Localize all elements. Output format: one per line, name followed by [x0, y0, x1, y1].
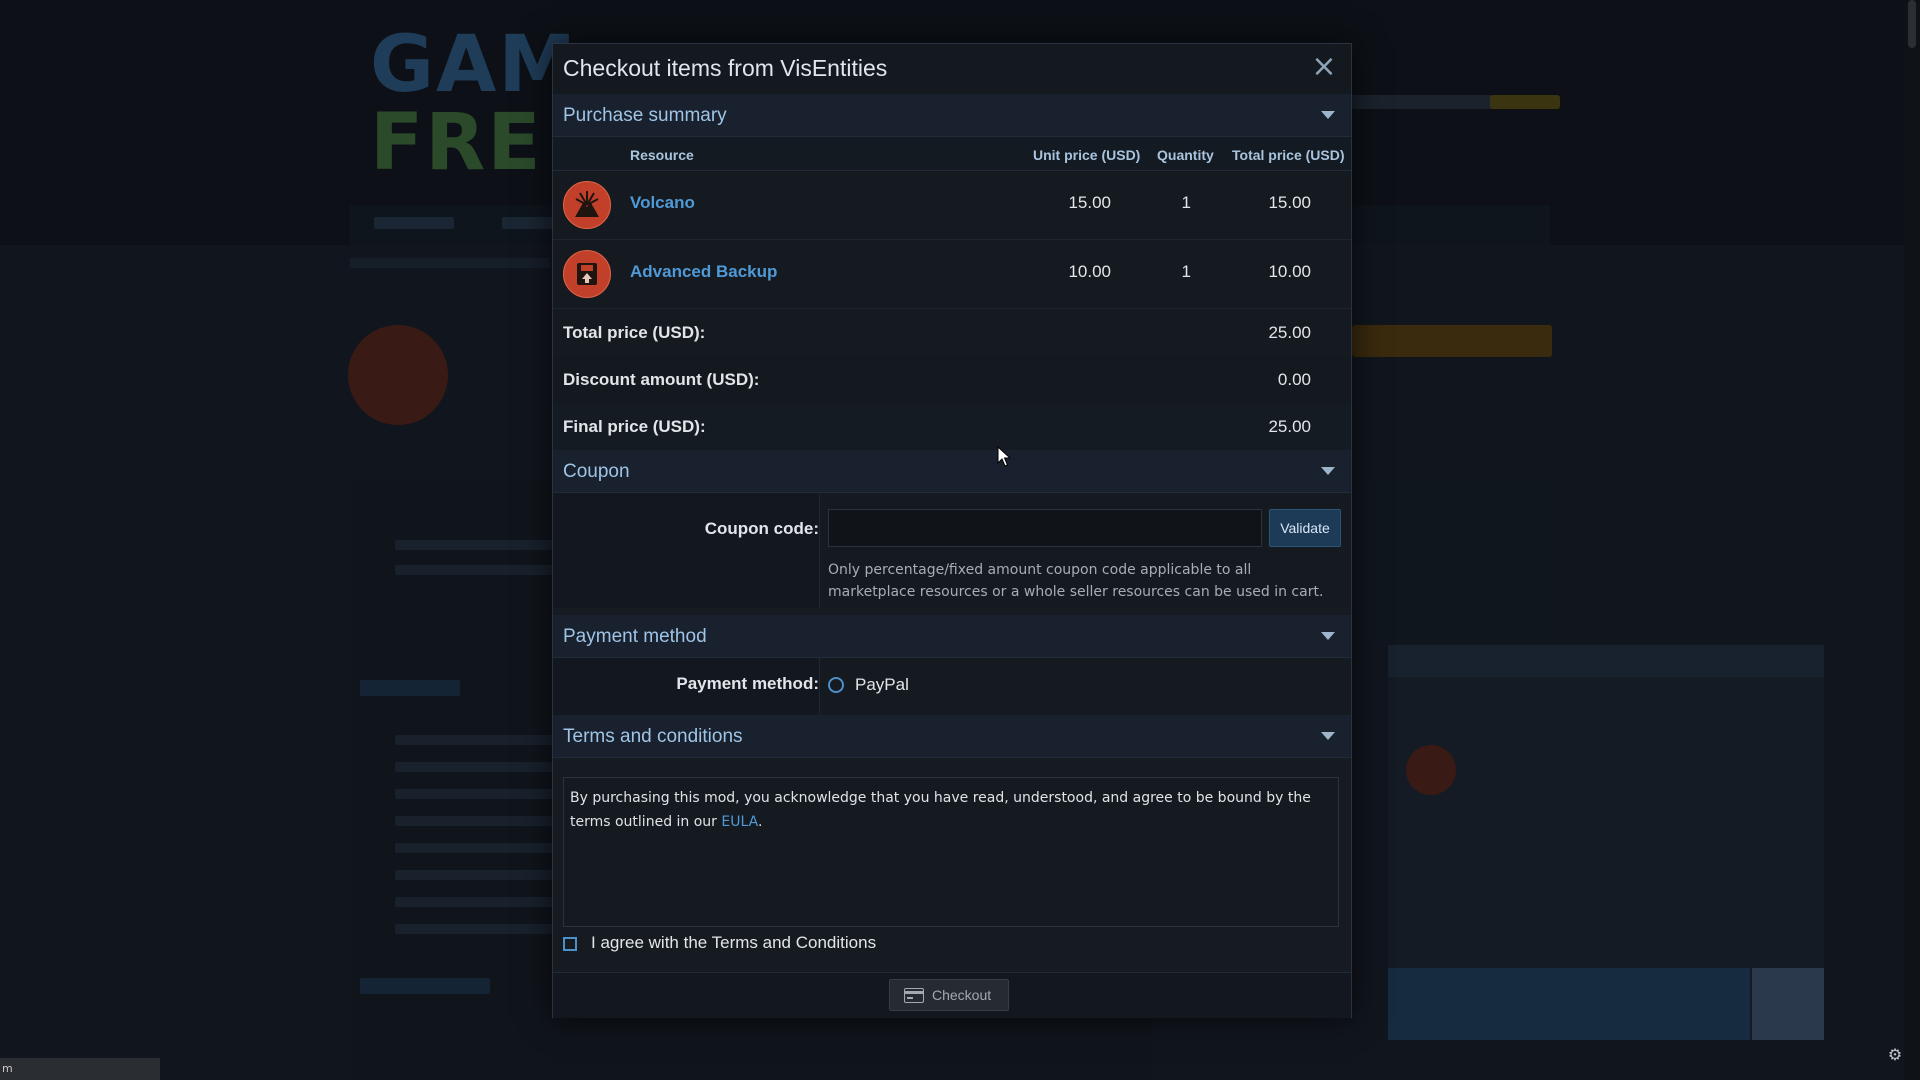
payment-method-section-label: Payment method	[563, 626, 707, 647]
checkout-button[interactable]: Checkout	[889, 979, 1009, 1011]
item-total-price: 10.00	[1268, 262, 1311, 281]
background-buy-button	[1352, 325, 1552, 357]
status-bar-text: m	[2, 1062, 13, 1075]
discount-value: 0.00	[1277, 370, 1311, 389]
paypal-radio[interactable]	[828, 677, 844, 693]
modal-title: Checkout items from VisEntities	[563, 55, 888, 81]
background-breadcrumb	[350, 258, 550, 268]
caret-down-icon[interactable]	[1321, 467, 1335, 475]
page-scrollbar[interactable]	[1904, 0, 1920, 1080]
table-row: Volcano 15.00 1 15.00	[553, 171, 1351, 240]
column-quantity: Quantity	[1157, 147, 1214, 163]
terms-text-end: .	[757, 814, 763, 830]
checkout-label: Checkout	[932, 987, 992, 1003]
coupon-help-text: Only percentage/fixed amount coupon code…	[828, 562, 1324, 600]
purchase-summary-label: Purchase summary	[563, 105, 727, 126]
item-quantity: 1	[1181, 262, 1191, 281]
item-total-price: 15.00	[1268, 193, 1311, 212]
close-icon[interactable]: ×	[1309, 52, 1339, 82]
credit-card-icon	[904, 988, 924, 1003]
background-sidepanel	[1355, 480, 1560, 640]
terms-text-box: By purchasing this mod, you acknowledge …	[563, 777, 1339, 927]
payment-method-label: Payment method:	[676, 674, 819, 693]
coupon-section-label: Coupon	[563, 461, 630, 482]
background-resource-avatar	[348, 325, 448, 425]
column-resource: Resource	[630, 147, 694, 163]
coupon-code-label: Coupon code:	[704, 519, 819, 538]
coupon-form: Coupon code: Validate Only percentage/fi…	[553, 493, 1351, 608]
validate-button[interactable]: Validate	[1269, 509, 1341, 547]
modal-footer: Checkout	[553, 972, 1351, 1018]
terms-text: By purchasing this mod, you acknowledge …	[570, 786, 1330, 834]
summary-table-header: Resource Unit price (USD) Quantity Total…	[553, 137, 1351, 171]
checkout-modal: Checkout items from VisEntities × Purcha…	[552, 43, 1352, 1018]
background-section-heading	[360, 978, 490, 994]
total-price-value: 25.00	[1268, 323, 1311, 342]
total-price-label: Total price (USD):	[563, 323, 706, 342]
caret-down-icon[interactable]	[1321, 632, 1335, 640]
eula-link[interactable]: EULA	[721, 814, 758, 830]
item-unit-price: 15.00	[1068, 193, 1111, 212]
payment-method-section[interactable]: Payment method	[553, 615, 1351, 658]
status-bar: m	[0, 1058, 160, 1080]
modal-header: Checkout items from VisEntities ×	[553, 44, 1351, 95]
caret-down-icon[interactable]	[1321, 732, 1335, 740]
terms-section[interactable]: Terms and conditions	[553, 715, 1351, 758]
payment-label-column: Payment method:	[553, 658, 820, 715]
caret-down-icon[interactable]	[1321, 111, 1335, 119]
column-total-price: Total price (USD)	[1232, 147, 1345, 163]
mouse-cursor-icon	[997, 446, 1011, 467]
terms-text-body: By purchasing this mod, you acknowledge …	[570, 790, 1311, 830]
background-cart-close	[1752, 968, 1824, 1040]
agree-terms-label[interactable]: I agree with the Terms and Conditions	[591, 933, 876, 953]
discount-row: Discount amount (USD): 0.00	[553, 356, 1351, 404]
final-price-value: 25.00	[1268, 417, 1311, 436]
background-cart-total	[1388, 968, 1750, 1040]
coupon-section[interactable]: Coupon	[553, 450, 1351, 493]
terms-section-label: Terms and conditions	[563, 726, 743, 747]
discount-label: Discount amount (USD):	[563, 370, 760, 389]
final-price-row: Final price (USD): 25.00	[553, 403, 1351, 451]
table-row: Advanced Backup 10.00 1 10.00	[553, 240, 1351, 309]
background-section-heading	[360, 680, 460, 696]
coupon-label-column: Coupon code:	[553, 493, 820, 608]
item-unit-price: 10.00	[1068, 262, 1111, 281]
payment-form: Payment method: PayPal	[553, 658, 1351, 715]
total-price-row: Total price (USD): 25.00	[553, 309, 1351, 357]
column-unit-price: Unit price (USD)	[1033, 147, 1141, 163]
paypal-label[interactable]: PayPal	[855, 675, 909, 695]
coupon-code-input[interactable]	[828, 509, 1262, 547]
background-tagline	[1350, 95, 1560, 109]
volcano-icon	[563, 181, 611, 229]
item-name-link[interactable]: Volcano	[630, 193, 695, 213]
backup-icon	[563, 250, 611, 298]
final-price-label: Final price (USD):	[563, 417, 706, 436]
purchase-summary-section[interactable]: Purchase summary	[553, 94, 1351, 137]
agree-terms-checkbox[interactable]	[563, 937, 577, 951]
extension-icon[interactable]: ⚙	[1884, 1044, 1906, 1066]
item-quantity: 1	[1181, 193, 1191, 212]
item-name-link[interactable]: Advanced Backup	[630, 262, 777, 282]
